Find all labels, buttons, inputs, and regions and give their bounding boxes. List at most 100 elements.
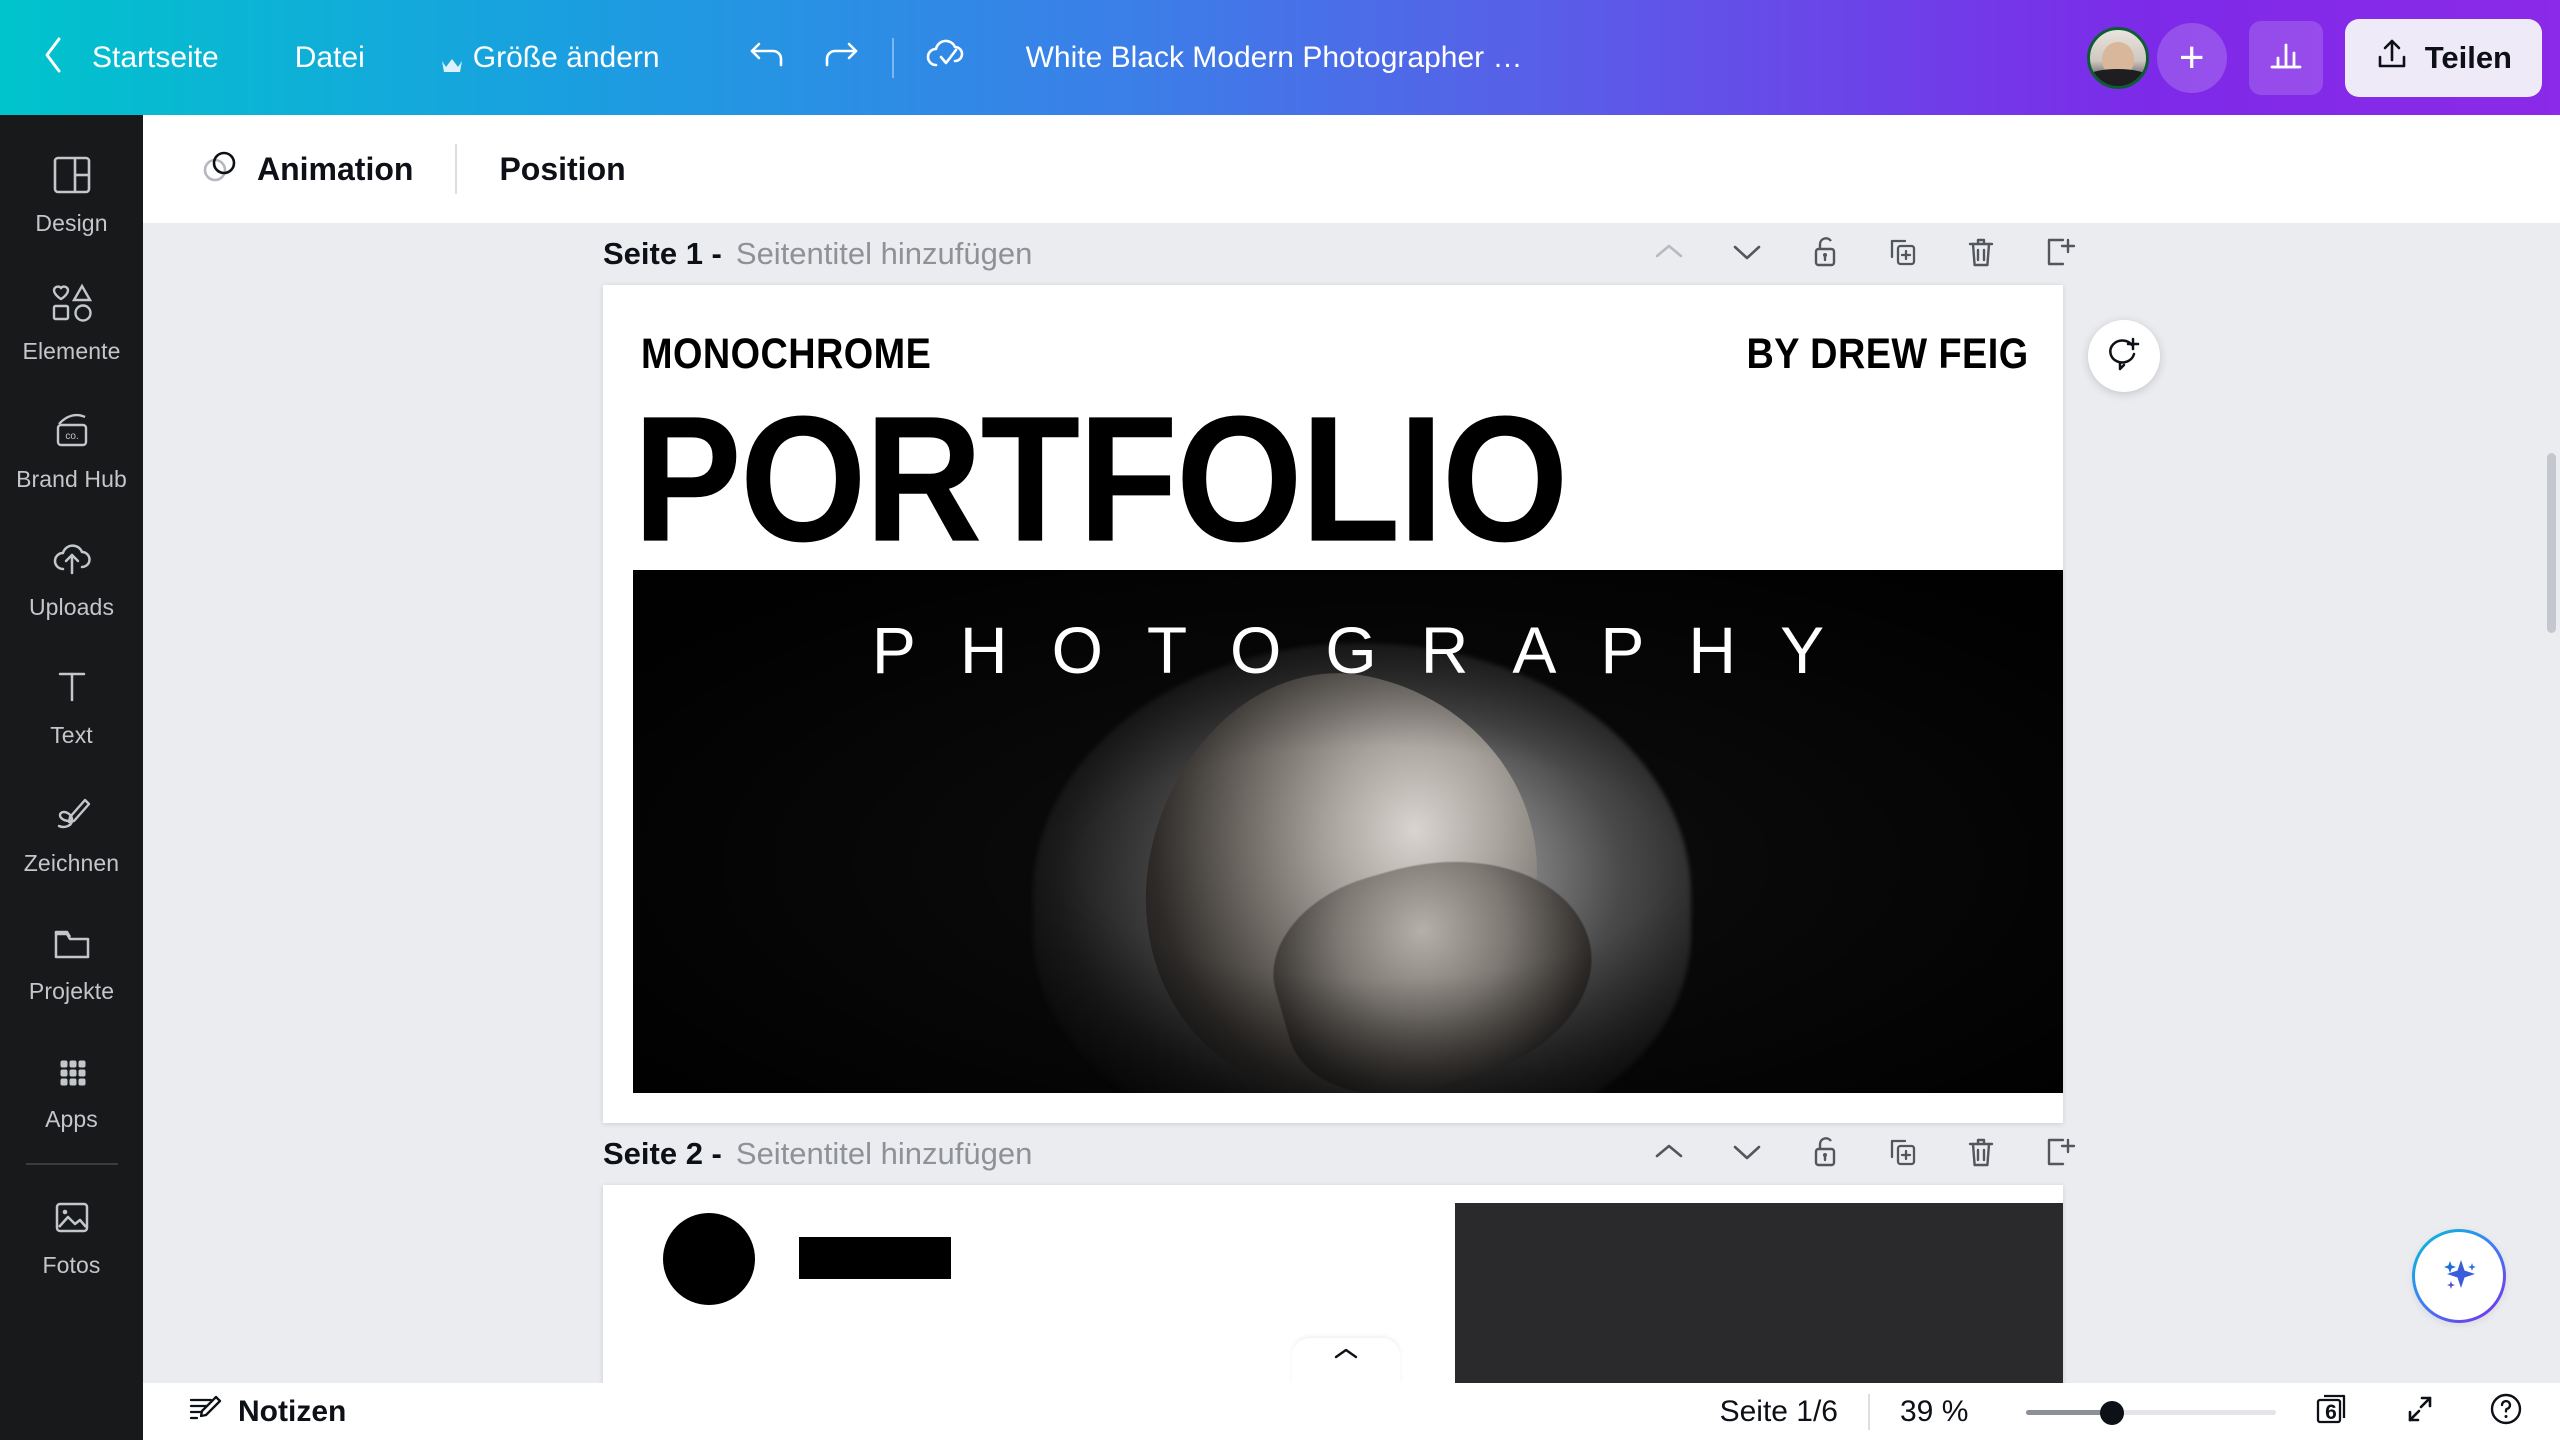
magic-studio-button[interactable] bbox=[2415, 1232, 2503, 1320]
move-page-up-button[interactable] bbox=[1648, 1133, 1690, 1175]
fullscreen-button[interactable] bbox=[2392, 1387, 2448, 1437]
share-button[interactable]: Teilen bbox=[2345, 19, 2542, 97]
plus-icon: + bbox=[2179, 39, 2205, 77]
chevron-up-icon bbox=[1331, 1344, 1361, 1369]
duplicate-icon bbox=[1886, 235, 1920, 274]
add-comment-icon bbox=[2105, 335, 2143, 378]
design-page-canvas-1[interactable]: MONOCHROME BY DREW FEIG PORTFOLIO PHOTOG… bbox=[603, 285, 2063, 1123]
chevron-down-icon bbox=[1730, 239, 1764, 270]
share-upload-icon bbox=[2375, 37, 2409, 79]
cloud-check-icon bbox=[923, 37, 967, 78]
crown-icon bbox=[441, 49, 463, 67]
page-title-input[interactable]: Seitentitel hinzufügen bbox=[736, 236, 1032, 272]
panel-collapse-handle[interactable] bbox=[1292, 1338, 1400, 1384]
duplicate-page-button[interactable] bbox=[1882, 1133, 1924, 1175]
lock-page-button[interactable] bbox=[1804, 233, 1846, 275]
sidebar-item-label: Zeichnen bbox=[24, 850, 119, 877]
design-brand-text[interactable]: MONOCHROME bbox=[641, 330, 931, 379]
zoom-level-value[interactable]: 39 % bbox=[1900, 1395, 2000, 1429]
share-label: Teilen bbox=[2425, 40, 2512, 76]
page-block-1: Seite 1 - Seitentitel hinzufügen bbox=[143, 223, 2560, 1123]
sidebar-item-zeichnen[interactable]: Zeichnen bbox=[0, 771, 143, 899]
file-menu-button[interactable]: Datei bbox=[281, 31, 379, 85]
folder-icon bbox=[49, 922, 95, 969]
undo-button[interactable] bbox=[738, 29, 796, 87]
chevron-up-icon bbox=[1652, 1139, 1686, 1170]
design-canvas-scroll-area[interactable]: Seite 1 - Seitentitel hinzufügen bbox=[143, 223, 2560, 1383]
animation-button[interactable]: Animation bbox=[186, 136, 427, 203]
toolbar-divider bbox=[455, 144, 457, 194]
help-button[interactable] bbox=[2478, 1387, 2534, 1437]
sidebar-item-brand-hub[interactable]: co. Brand Hub bbox=[0, 387, 143, 515]
sidebar-item-elemente[interactable]: Elemente bbox=[0, 259, 143, 387]
add-collaborator-button[interactable]: + bbox=[2157, 23, 2227, 93]
sidebar-item-fotos[interactable]: Fotos bbox=[0, 1173, 143, 1301]
resize-menu-button[interactable]: Größe ändern bbox=[427, 31, 674, 85]
page-tools-1 bbox=[1648, 223, 2080, 285]
lock-page-button[interactable] bbox=[1804, 1133, 1846, 1175]
zoom-slider[interactable] bbox=[2026, 1399, 2276, 1425]
home-menu-button[interactable]: Startseite bbox=[78, 31, 233, 85]
position-label: Position bbox=[499, 151, 625, 187]
canvas-scrollbar-thumb[interactable] bbox=[2547, 453, 2556, 633]
move-page-down-button[interactable] bbox=[1726, 1133, 1768, 1175]
chevron-left-icon bbox=[40, 35, 66, 80]
sidebar-divider bbox=[26, 1163, 118, 1165]
sidebar-item-label: Design bbox=[35, 210, 107, 237]
design-shape-block[interactable] bbox=[1455, 1203, 2063, 1383]
add-page-button[interactable] bbox=[2038, 233, 2080, 275]
position-button[interactable]: Position bbox=[485, 139, 639, 200]
resize-label: Größe ändern bbox=[473, 41, 660, 75]
duplicate-page-button[interactable] bbox=[1882, 233, 1924, 275]
design-shape-circle[interactable] bbox=[663, 1213, 755, 1305]
context-toolbar: Animation Position bbox=[143, 115, 2560, 223]
chevron-down-icon bbox=[1730, 1139, 1764, 1170]
move-page-up-button[interactable] bbox=[1648, 233, 1690, 275]
move-page-down-button[interactable] bbox=[1726, 233, 1768, 275]
add-comment-button[interactable] bbox=[2088, 320, 2160, 392]
document-title[interactable]: White Black Modern Photographer Online P… bbox=[1026, 41, 1546, 75]
delete-page-button[interactable] bbox=[1960, 233, 2002, 275]
page-title-input[interactable]: Seitentitel hinzufügen bbox=[736, 1136, 1032, 1172]
zoom-slider-knob[interactable] bbox=[2100, 1401, 2124, 1425]
redo-button[interactable] bbox=[812, 29, 870, 87]
page-indicator[interactable]: Seite 1/6 bbox=[1720, 1395, 1838, 1429]
design-photo-band[interactable]: PHOTOGRAPHY bbox=[633, 570, 2063, 1093]
layout-icon bbox=[50, 154, 94, 201]
header-divider bbox=[892, 38, 894, 78]
design-headline-text[interactable]: PORTFOLIO bbox=[633, 395, 1567, 563]
back-button[interactable] bbox=[36, 37, 70, 79]
sidebar-item-text[interactable]: Text bbox=[0, 643, 143, 771]
status-divider bbox=[1868, 1394, 1870, 1430]
sidebar-item-label: Brand Hub bbox=[16, 466, 127, 493]
file-label: Datei bbox=[295, 41, 365, 75]
design-shape-bar[interactable] bbox=[799, 1237, 951, 1279]
cloud-save-status-button[interactable] bbox=[916, 29, 974, 87]
sidebar-item-apps[interactable]: Apps bbox=[0, 1027, 143, 1155]
notes-label: Notizen bbox=[238, 1395, 346, 1429]
delete-page-button[interactable] bbox=[1960, 1133, 2002, 1175]
add-page-button[interactable] bbox=[2038, 1133, 2080, 1175]
design-band-text[interactable]: PHOTOGRAPHY bbox=[633, 612, 2063, 688]
sidebar-item-projekte[interactable]: Projekte bbox=[0, 899, 143, 1027]
canvas-scrollbar[interactable] bbox=[2547, 453, 2556, 1383]
home-label: Startseite bbox=[92, 41, 219, 75]
chevron-up-icon bbox=[1652, 239, 1686, 270]
pages-panel-button[interactable]: 6 bbox=[2306, 1387, 2362, 1437]
unlock-icon bbox=[1809, 234, 1841, 275]
duplicate-icon bbox=[1886, 1135, 1920, 1174]
add-page-icon bbox=[2042, 1135, 2076, 1174]
trash-icon bbox=[1965, 234, 1997, 275]
sidebar-item-label: Text bbox=[50, 722, 93, 749]
design-byline-text[interactable]: BY DREW FEIG bbox=[1747, 330, 2029, 379]
sidebar-item-design[interactable]: Design bbox=[0, 131, 143, 259]
animation-label: Animation bbox=[257, 151, 413, 188]
sidebar-item-label: Fotos bbox=[42, 1252, 100, 1279]
avatar[interactable] bbox=[2087, 27, 2149, 89]
unlock-icon bbox=[1809, 1134, 1841, 1175]
sidebar-item-uploads[interactable]: Uploads bbox=[0, 515, 143, 643]
brand-icon: co. bbox=[49, 410, 95, 457]
animation-circles-icon bbox=[200, 148, 240, 191]
insights-button[interactable] bbox=[2249, 21, 2323, 95]
notes-button[interactable]: Notizen bbox=[175, 1384, 358, 1439]
